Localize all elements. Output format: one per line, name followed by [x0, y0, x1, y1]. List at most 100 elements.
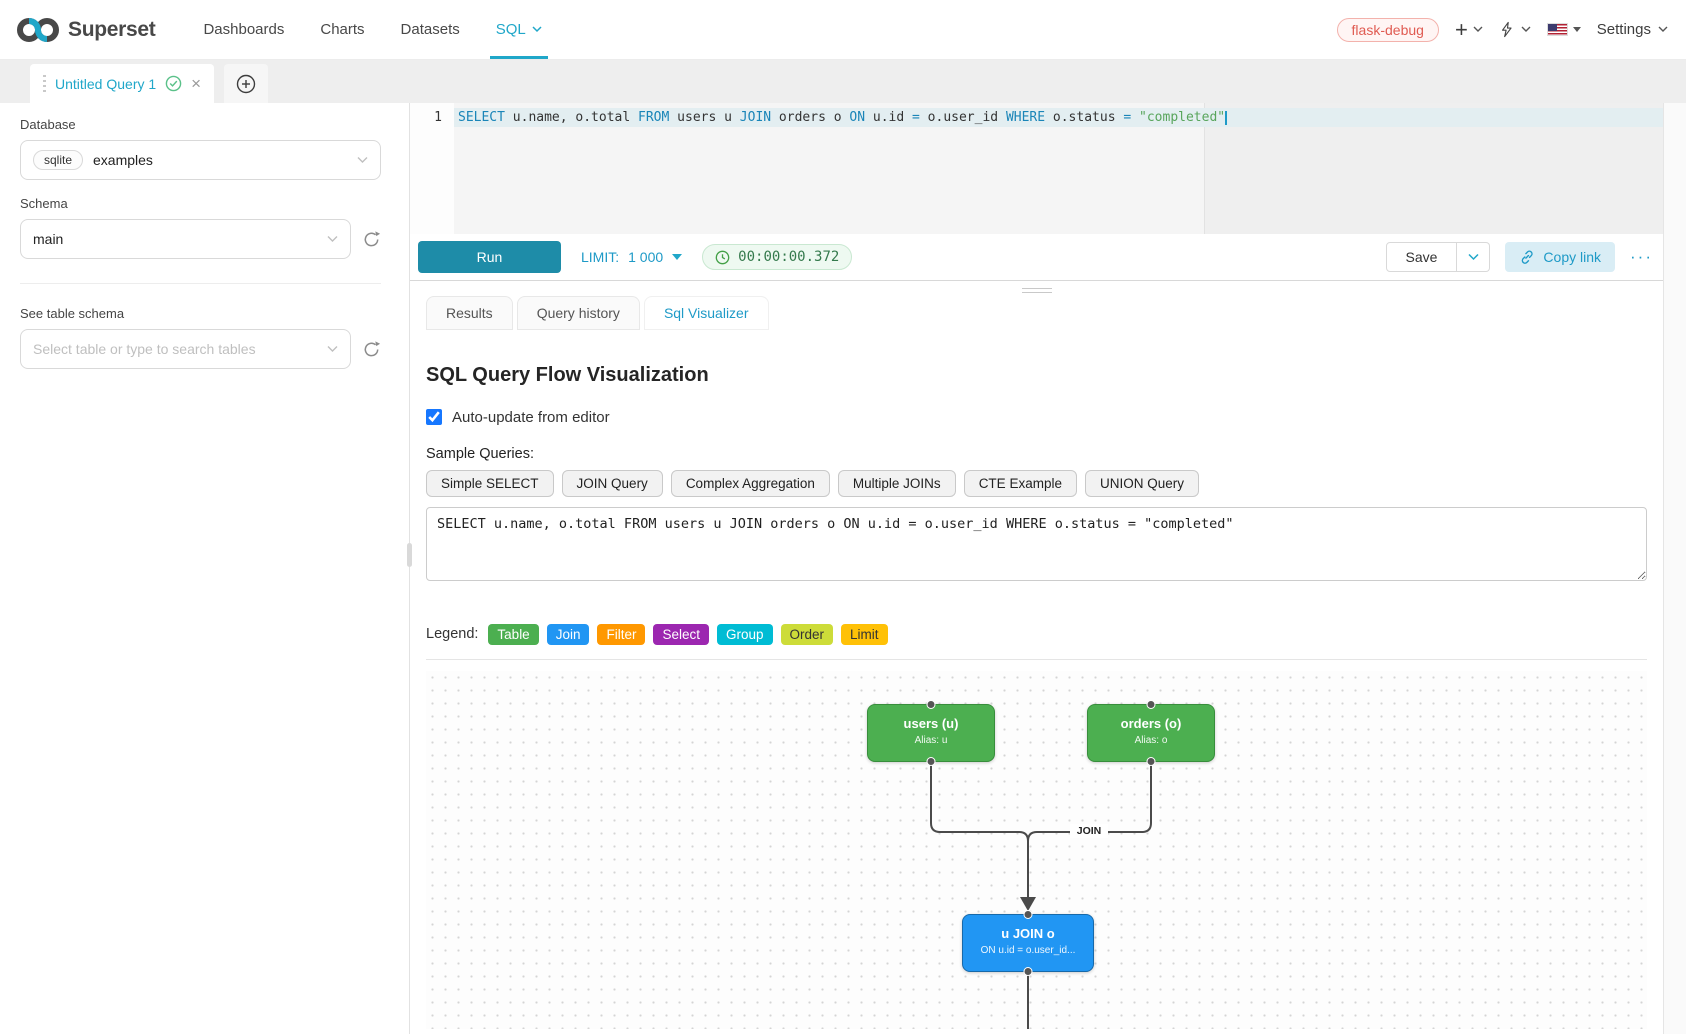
query-shortcut-menu[interactable]	[1499, 20, 1531, 39]
join-edge-label: JOIN	[1070, 824, 1108, 838]
auto-update-row: Auto-update from editor	[426, 409, 1647, 426]
auto-update-checkbox[interactable]	[426, 409, 442, 425]
new-query-tab-button[interactable]	[224, 64, 268, 103]
legend-badge-table: Table	[488, 624, 538, 645]
settings-label: Settings	[1597, 21, 1651, 38]
node-subtitle: Alias: o	[1088, 735, 1214, 746]
top-navbar: Superset Dashboards Charts Datasets SQL …	[0, 0, 1686, 60]
run-button[interactable]: Run	[418, 241, 561, 273]
legend-row: Legend: Table Join Filter Select Group O…	[426, 624, 1647, 645]
save-split-button: Save	[1386, 242, 1491, 272]
query-tabstrip: Untitled Query 1 ×	[0, 60, 1686, 103]
nav-sql[interactable]: SQL	[482, 0, 556, 59]
sample-cte-example-button[interactable]: CTE Example	[964, 470, 1077, 497]
settings-menu[interactable]: Settings	[1597, 21, 1668, 38]
drag-handle-icon[interactable]	[43, 75, 46, 93]
pane-resize-handle[interactable]	[1022, 285, 1052, 296]
flow-edges	[426, 671, 1647, 1029]
sample-query-buttons: Simple SELECT JOIN Query Complex Aggrega…	[426, 470, 1647, 497]
flow-node-users[interactable]: users (u) Alias: u	[867, 704, 995, 762]
sample-union-query-button[interactable]: UNION Query	[1085, 470, 1199, 497]
auto-update-label: Auto-update from editor	[452, 409, 610, 426]
schema-select[interactable]: main	[20, 219, 351, 259]
save-button[interactable]: Save	[1386, 242, 1458, 272]
copy-link-label: Copy link	[1543, 249, 1601, 265]
legend-label: Legend:	[426, 626, 478, 642]
nav-sql-label: SQL	[496, 21, 526, 38]
logo-wordmark: Superset	[68, 18, 155, 42]
environment-badge: flask-debug	[1337, 18, 1439, 42]
legend-badge-limit: Limit	[841, 624, 888, 645]
text-cursor	[1225, 111, 1227, 125]
query-tab-untitled[interactable]: Untitled Query 1 ×	[30, 64, 214, 103]
link-icon	[1519, 249, 1535, 265]
sidebar-resize-handle[interactable]	[407, 543, 412, 567]
chevron-down-icon	[1468, 253, 1479, 261]
table-select-placeholder: Select table or type to search tables	[33, 341, 256, 357]
flow-canvas[interactable]: JOIN users (u) Alias: u orders (o) Alias…	[426, 671, 1647, 1029]
editor-toolbar: Run LIMIT: 1 000 00:00:00.372 Save	[410, 234, 1663, 281]
legend-badge-filter: Filter	[597, 624, 645, 645]
sample-queries-label: Sample Queries:	[426, 446, 1647, 462]
legend-badge-select: Select	[653, 624, 709, 645]
superset-logo[interactable]: Superset	[16, 0, 155, 59]
query-input[interactable]: SELECT u.name, o.total FROM users u JOIN…	[426, 507, 1647, 581]
plus-circle-icon	[236, 74, 256, 94]
flow-node-join[interactable]: u JOIN o ON u.id = o.user_id...	[962, 914, 1094, 972]
refresh-tables-icon[interactable]	[362, 340, 381, 359]
node-title: u JOIN o	[963, 926, 1093, 941]
schema-select-value: main	[33, 231, 63, 247]
sample-complex-aggregation-button[interactable]: Complex Aggregation	[671, 470, 830, 497]
close-icon[interactable]: ×	[191, 75, 201, 92]
database-select[interactable]: sqlite examples	[20, 140, 381, 180]
save-options-caret[interactable]	[1457, 242, 1490, 272]
database-label: Database	[20, 117, 381, 132]
query-timer-badge: 00:00:00.372	[702, 244, 852, 270]
clock-icon	[715, 250, 730, 265]
code-line: SELECT u.name, o.total FROM users u JOIN…	[454, 103, 1663, 127]
node-title: users (u)	[868, 716, 994, 731]
tab-query-history[interactable]: Query history	[517, 296, 640, 330]
sample-simple-select-button[interactable]: Simple SELECT	[426, 470, 554, 497]
section-divider	[426, 659, 1647, 660]
chevron-down-icon	[327, 235, 338, 243]
nav-dashboards[interactable]: Dashboards	[189, 0, 298, 59]
node-subtitle: Alias: u	[868, 735, 994, 746]
language-picker[interactable]	[1547, 23, 1581, 36]
more-actions-button[interactable]: ···	[1630, 247, 1653, 267]
sample-multiple-joins-button[interactable]: Multiple JOINs	[838, 470, 956, 497]
workspace: Database sqlite examples Schema main	[0, 103, 1686, 1034]
flow-node-orders[interactable]: orders (o) Alias: o	[1087, 704, 1215, 762]
refresh-schemas-icon[interactable]	[362, 230, 381, 249]
nav-charts[interactable]: Charts	[306, 0, 378, 59]
sqllab-sidebar: Database sqlite examples Schema main	[0, 103, 410, 1034]
chevron-down-icon	[357, 156, 368, 164]
table-select[interactable]: Select table or type to search tables	[20, 329, 351, 369]
limit-value: 1 000	[628, 249, 663, 265]
chevron-down-icon	[1473, 26, 1483, 33]
sql-editor[interactable]: 1 SELECT u.name, o.total FROM users u JO…	[410, 103, 1663, 234]
new-item-menu[interactable]: +	[1455, 19, 1483, 41]
page-title: SQL Query Flow Visualization	[426, 364, 1647, 387]
tab-results[interactable]: Results	[426, 296, 513, 330]
nav-datasets[interactable]: Datasets	[387, 0, 474, 59]
results-tabs: Results Query history Sql Visualizer	[426, 296, 1647, 330]
limit-dropdown[interactable]: LIMIT: 1 000	[581, 249, 682, 265]
chevron-down-icon	[1521, 26, 1531, 33]
tab-sql-visualizer[interactable]: Sql Visualizer	[644, 296, 769, 330]
editor-code-area[interactable]: SELECT u.name, o.total FROM users u JOIN…	[454, 103, 1663, 234]
caret-down-icon	[672, 254, 682, 260]
scrollbar-track[interactable]	[1663, 103, 1686, 1034]
legend-badge-group: Group	[717, 624, 773, 645]
navbar-right: flask-debug + Settings	[1337, 0, 1668, 59]
caret-down-icon	[1573, 27, 1581, 32]
line-number: 1	[410, 108, 442, 127]
results-pane: Results Query history Sql Visualizer SQL…	[410, 296, 1663, 1034]
node-subtitle: ON u.id = o.user_id...	[963, 945, 1093, 956]
editor-pane: 1 SELECT u.name, o.total FROM users u JO…	[410, 103, 1663, 1034]
superset-infinity-icon	[16, 15, 60, 45]
node-title: orders (o)	[1088, 716, 1214, 731]
copy-link-button[interactable]: Copy link	[1505, 242, 1615, 272]
database-select-value: examples	[93, 152, 153, 168]
sample-join-query-button[interactable]: JOIN Query	[562, 470, 663, 497]
